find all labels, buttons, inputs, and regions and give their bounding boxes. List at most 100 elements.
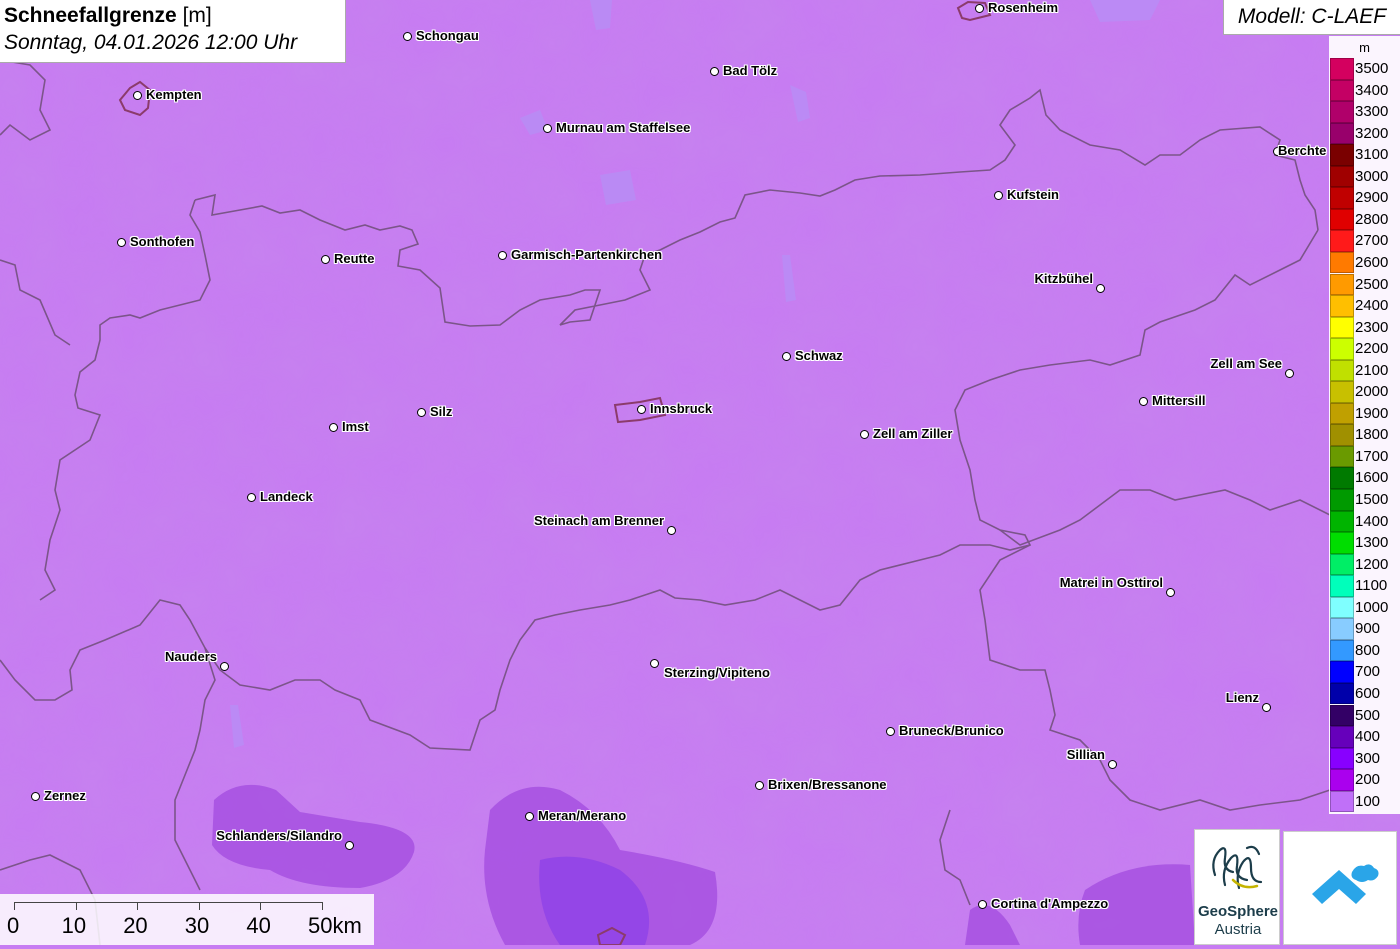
model-label: Modell: C-LAEF	[1223, 0, 1400, 35]
city-dot[interactable]	[975, 4, 984, 13]
city-dot[interactable]	[637, 405, 646, 414]
legend-item: 100	[1329, 790, 1400, 813]
legend-label: 2200	[1355, 340, 1389, 358]
scale-tick	[198, 902, 200, 910]
legend-item: 1700	[1329, 445, 1400, 468]
city-dot[interactable]	[220, 662, 229, 671]
legend-label: 1500	[1355, 491, 1389, 508]
city-dot[interactable]	[247, 493, 256, 502]
city-dot[interactable]	[1262, 703, 1271, 712]
legend-item: 2700	[1329, 230, 1400, 252]
city-dot[interactable]	[345, 841, 354, 850]
legend-item: 3100	[1329, 144, 1400, 166]
city-label: Schwaz	[795, 348, 843, 363]
city-label: Garmisch-Partenkirchen	[511, 247, 663, 262]
legend-item: 2100	[1329, 359, 1400, 382]
geosphere-logo[interactable]: GeoSphere Austria	[1194, 829, 1280, 945]
legend-swatch	[1330, 122, 1354, 145]
city-label: Meran/Merano	[538, 808, 627, 823]
scale-bar-line	[14, 902, 322, 903]
city-label: Brixen/Bressanone	[768, 777, 887, 792]
title-box: Schneefallgrenze [m] Sonntag, 04.01.2026…	[0, 0, 346, 63]
legend-swatch	[1330, 338, 1354, 360]
legend-label: 3300	[1355, 103, 1389, 121]
map-title-unit: [m]	[182, 4, 212, 27]
legend-swatch	[1330, 532, 1354, 554]
city-dot[interactable]	[498, 251, 507, 260]
city-dot[interactable]	[755, 781, 764, 790]
city-dot[interactable]	[117, 238, 126, 247]
legend-item: 1800	[1329, 424, 1400, 446]
city-dot[interactable]	[403, 32, 412, 41]
legend-item: 3300	[1329, 101, 1400, 123]
snowfall-line-map[interactable]	[0, 0, 1400, 945]
legend-label: 1400	[1355, 512, 1389, 530]
scale-label: 30	[184, 913, 210, 938]
city-dot[interactable]	[860, 430, 869, 439]
legend-label: 2000	[1355, 383, 1389, 401]
city-dot[interactable]	[1096, 284, 1105, 293]
city-dot[interactable]	[1108, 760, 1117, 769]
legend-label: 300	[1355, 749, 1381, 767]
city-label: Sterzing/Vipiteno	[664, 665, 770, 680]
legend-label: 3200	[1355, 124, 1389, 142]
city-dot[interactable]	[1166, 588, 1175, 597]
city-dot[interactable]	[650, 659, 659, 668]
city-dot[interactable]	[994, 191, 1003, 200]
legend-swatch	[1330, 575, 1354, 597]
city-dot[interactable]	[329, 423, 338, 432]
legend-label: 100	[1355, 792, 1381, 810]
city-dot[interactable]	[1139, 397, 1148, 406]
geosphere-logo-text-1: GeoSphere	[1197, 903, 1279, 920]
city-label: Steinach am Brenner	[533, 513, 664, 528]
city-dot[interactable]	[321, 255, 330, 264]
map-title: Schneefallgrenze [m]	[4, 3, 345, 29]
scale-label: 50km	[308, 913, 362, 938]
legend-label: 2400	[1355, 297, 1389, 315]
city-label: Kempten	[146, 87, 202, 102]
legend-item: 2900	[1329, 187, 1400, 209]
city-dot[interactable]	[978, 900, 987, 909]
legend-item: 3500	[1329, 58, 1400, 80]
city-dot[interactable]	[1285, 369, 1294, 378]
legend-swatch	[1330, 726, 1354, 748]
city-dot[interactable]	[417, 408, 426, 417]
city-label: Reutte	[334, 251, 375, 266]
city-label: Bruneck/Brunico	[899, 723, 1004, 738]
legend-item: 800	[1329, 639, 1400, 662]
legend-item: 3000	[1329, 165, 1400, 188]
scale-tick	[14, 902, 15, 910]
city-dot[interactable]	[31, 792, 40, 801]
legend-label: 1100	[1355, 577, 1388, 595]
legend-label: 600	[1355, 684, 1381, 702]
city-dot[interactable]	[543, 124, 552, 133]
legend-item: 2300	[1329, 316, 1400, 339]
city-dot[interactable]	[525, 812, 534, 821]
city-dot[interactable]	[886, 727, 895, 736]
legend-item: 3400	[1329, 79, 1400, 102]
legend-item: 1000	[1329, 596, 1400, 619]
city-dot[interactable]	[710, 67, 719, 76]
legend-swatch	[1330, 187, 1354, 209]
city-label: Nauders	[164, 649, 217, 664]
legend-label: 2100	[1355, 361, 1389, 379]
city-dot[interactable]	[782, 352, 791, 361]
legend-item: 200	[1329, 769, 1400, 791]
legend-swatch	[1330, 618, 1354, 640]
city-label: Berchte	[1278, 143, 1327, 158]
legend-label: 800	[1355, 641, 1381, 659]
legend-swatch	[1330, 489, 1354, 511]
city-label: Zell am Ziller	[873, 426, 953, 441]
city-label: Mittersill	[1152, 393, 1206, 408]
city-dot[interactable]	[133, 91, 142, 100]
legend-item: 1600	[1329, 467, 1400, 489]
legend-swatch	[1330, 445, 1354, 468]
legend-swatch	[1330, 790, 1354, 813]
city-label: Kitzbühel	[1034, 271, 1094, 286]
legend-swatch	[1330, 359, 1354, 382]
city-dot[interactable]	[667, 526, 676, 535]
scale-label: 40	[246, 913, 271, 938]
city-label: Cortina d'Ampezzo	[991, 896, 1109, 911]
weather-app-logo[interactable]	[1283, 831, 1397, 945]
legend-label: 1900	[1355, 404, 1389, 422]
